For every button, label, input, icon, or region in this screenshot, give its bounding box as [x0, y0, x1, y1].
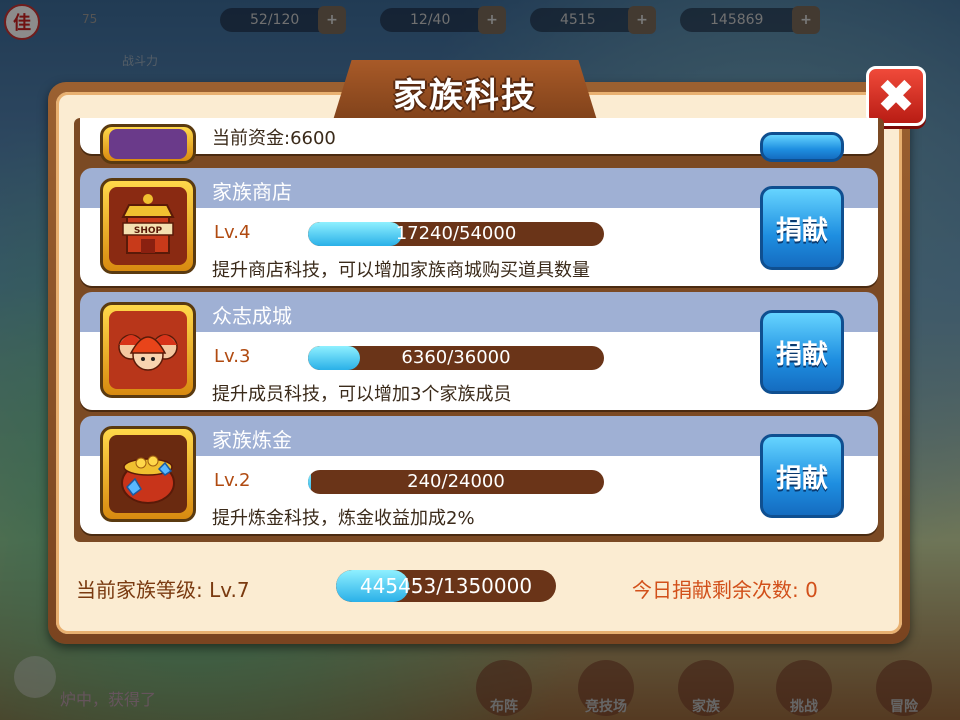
tech-description: 提升炼金科技，炼金收益加成2% — [212, 508, 475, 529]
current-funds: 当前资金:6600 — [212, 128, 336, 149]
shop-icon: SHOP — [109, 187, 187, 265]
shop-icon-frame: SHOP — [100, 178, 196, 274]
tech-card-partial: 当前资金:6600 — [80, 118, 878, 164]
close-button[interactable]: ✖ — [866, 66, 926, 126]
alchemy-icon-frame — [100, 426, 196, 522]
tech-name: 家族商店 — [212, 180, 292, 204]
donate-button[interactable]: 捐献 — [760, 186, 844, 270]
tech-list[interactable]: 当前资金:6600 SHOP 家族商店 Lv.4 17240/54000 提升商… — [74, 118, 884, 542]
progress-text: 17240/54000 — [395, 223, 517, 244]
donate-button-partial[interactable] — [760, 132, 844, 162]
donate-button[interactable]: 捐献 — [760, 310, 844, 394]
members-icon-frame — [100, 302, 196, 398]
tech-level: Lv.2 — [214, 470, 251, 491]
tech-level: Lv.4 — [214, 222, 251, 243]
svg-text:SHOP: SHOP — [134, 226, 163, 236]
family-exp-bar: 445453/1350000 — [336, 570, 556, 602]
donate-button[interactable]: 捐献 — [760, 434, 844, 518]
tech-description: 提升成员科技，可以增加3个家族成员 — [212, 384, 512, 405]
close-icon: ✖ — [876, 69, 916, 123]
progress-text: 6360/36000 — [401, 347, 511, 368]
tech-name: 家族炼金 — [212, 428, 292, 452]
tech-card-alchemy: 家族炼金 Lv.2 240/24000 提升炼金科技，炼金收益加成2% 捐献 — [80, 416, 878, 534]
alchemy-pot-icon — [109, 435, 187, 513]
tech-progress-bar: 6360/36000 — [308, 346, 604, 370]
tech-card-shop: SHOP 家族商店 Lv.4 17240/54000 提升商店科技，可以增加家族… — [80, 168, 878, 286]
family-exp-text: 445453/1350000 — [359, 574, 533, 598]
tech-description: 提升商店科技，可以增加家族商城购买道具数量 — [212, 260, 590, 281]
tech-progress-bar: 240/24000 — [308, 470, 604, 494]
dialog-title: 家族科技 — [393, 76, 537, 116]
tech-level: Lv.3 — [214, 346, 251, 367]
tech-name: 众志成城 — [212, 304, 292, 328]
tech-icon-partial — [100, 124, 196, 164]
donate-times-remaining: 今日捐献剩余次数: 0 — [632, 578, 818, 602]
family-level: 当前家族等级: Lv.7 — [76, 578, 250, 602]
progress-text: 240/24000 — [407, 471, 505, 492]
members-icon — [109, 311, 187, 389]
tech-card-members: 众志成城 Lv.3 6360/36000 提升成员科技，可以增加3个家族成员 捐… — [80, 292, 878, 410]
tech-progress-bar: 17240/54000 — [308, 222, 604, 246]
